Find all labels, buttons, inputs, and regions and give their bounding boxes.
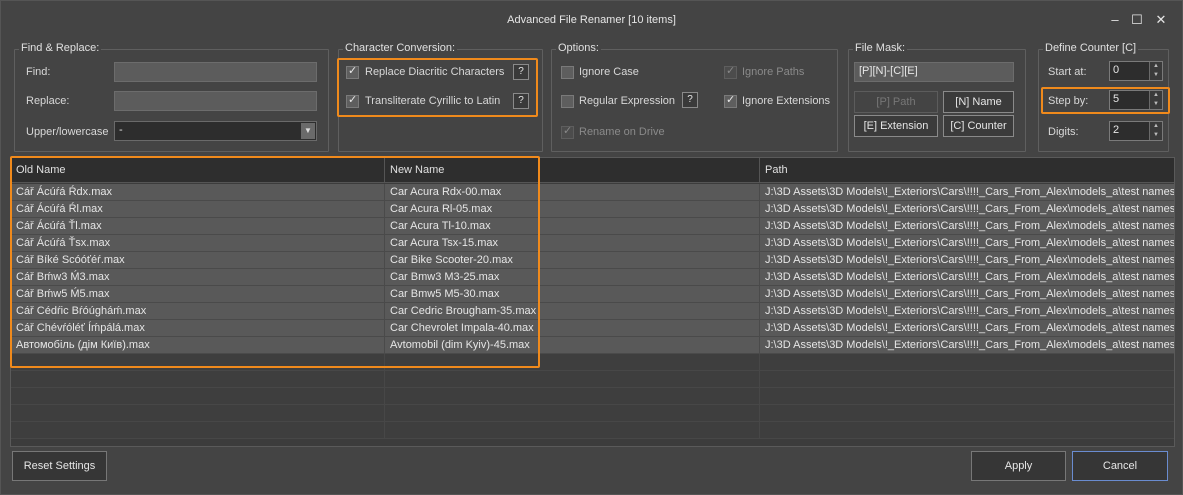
cell-new-name [385,405,760,422]
counter-token-button[interactable]: [C] Counter [943,115,1014,137]
regex-label[interactable]: Regular Expression [579,95,675,107]
cell-path: J:\3D Assets\3D Models\!_Exteriors\Cars\… [765,305,1175,317]
options-title: Options: [556,42,601,54]
cell-path [760,405,1174,422]
regex-checkbox[interactable] [561,95,574,108]
path-token-button[interactable]: [P] Path [854,91,938,113]
digits-spin-buttons[interactable]: ▲ ▼ [1149,122,1162,140]
highlight-name-columns [10,156,540,368]
chevron-down-icon[interactable]: ▼ [301,123,315,139]
digits-value: 2 [1113,124,1120,136]
char-conversion-title: Character Conversion: [343,42,458,54]
cell-path: J:\3D Assets\3D Models\!_Exteriors\Cars\… [765,254,1175,266]
find-label: Find: [26,66,51,78]
minimize-icon[interactable]: – [1105,11,1125,29]
extension-token-button[interactable]: [E] Extension [854,115,938,137]
cancel-button[interactable]: Cancel [1072,451,1168,481]
ignore-paths-checkbox[interactable] [724,64,737,79]
ignore-ext-label[interactable]: Ignore Extensions [742,95,830,107]
window-title: Advanced File Renamer [10 items] [507,14,676,26]
cell-path: J:\3D Assets\3D Models\!_Exteriors\Cars\… [765,339,1175,351]
maximize-icon[interactable]: ☐ [1127,11,1147,29]
spin-up-icon[interactable]: ▲ [1150,62,1162,71]
column-path[interactable]: Path [760,158,1174,183]
start-at-label: Start at: [1048,66,1087,78]
cell-path: J:\3D Assets\3D Models\!_Exteriors\Cars\… [765,271,1175,283]
case-label: Upper/lowercase [26,126,109,138]
cell-path [760,422,1174,439]
start-at-value: 0 [1113,64,1120,76]
cell-old-name [11,422,385,439]
regex-help-button[interactable]: ? [682,92,698,108]
start-at-spin-buttons[interactable]: ▲ ▼ [1149,62,1162,80]
cell-new-name [385,371,760,388]
ignore-ext-checkbox[interactable] [724,93,737,108]
find-replace-title: Find & Replace: [19,42,102,54]
start-at-spinner[interactable]: 0 ▲ ▼ [1109,61,1163,81]
file-mask-input[interactable]: [P][N]-[C][E] [854,62,1014,82]
cell-path: J:\3D Assets\3D Models\!_Exteriors\Cars\… [765,186,1175,198]
cell-new-name [385,388,760,405]
app-window: Advanced File Renamer [10 items] – ☐ ✕ F… [0,0,1183,495]
cell-old-name [11,405,385,422]
replace-label: Replace: [26,95,70,107]
empty-row [11,388,1174,405]
find-input[interactable] [114,62,317,82]
empty-row [11,405,1174,422]
ignore-case-label[interactable]: Ignore Case [579,66,639,78]
rename-drive-checkbox[interactable] [561,124,574,139]
apply-button[interactable]: Apply [971,451,1066,481]
cell-path: J:\3D Assets\3D Models\!_Exteriors\Cars\… [765,220,1175,232]
ignore-case-checkbox[interactable] [561,66,574,79]
empty-row [11,371,1174,388]
file-mask-title: File Mask: [853,42,908,54]
cell-path [760,354,1174,371]
replace-input[interactable] [114,91,317,111]
cell-old-name [11,371,385,388]
cell-path: J:\3D Assets\3D Models\!_Exteriors\Cars\… [765,322,1175,334]
digits-label: Digits: [1048,126,1079,138]
highlight-step-by [1041,87,1170,114]
cell-path: J:\3D Assets\3D Models\!_Exteriors\Cars\… [765,237,1175,249]
cell-path [760,371,1174,388]
counter-title: Define Counter [C] [1043,42,1139,54]
case-dropdown-value: - [119,124,123,136]
title-bar: Advanced File Renamer [10 items] – ☐ ✕ [1,1,1182,39]
reset-settings-button[interactable]: Reset Settings [12,451,107,481]
cell-new-name [385,422,760,439]
cell-path: J:\3D Assets\3D Models\!_Exteriors\Cars\… [765,203,1175,215]
close-icon[interactable]: ✕ [1151,11,1171,29]
ignore-paths-label: Ignore Paths [742,66,805,78]
spin-down-icon[interactable]: ▼ [1150,71,1162,80]
spin-up-icon[interactable]: ▲ [1150,122,1162,131]
cell-path [760,388,1174,405]
empty-row [11,422,1174,439]
digits-spinner[interactable]: 2 ▲ ▼ [1109,121,1163,141]
spin-down-icon[interactable]: ▼ [1150,131,1162,140]
case-dropdown[interactable]: - ▼ [114,121,317,141]
cell-old-name [11,388,385,405]
rename-drive-label: Rename on Drive [579,126,665,138]
cell-path: J:\3D Assets\3D Models\!_Exteriors\Cars\… [765,288,1175,300]
highlight-char-conversion [337,58,538,117]
name-token-button[interactable]: [N] Name [943,91,1014,113]
